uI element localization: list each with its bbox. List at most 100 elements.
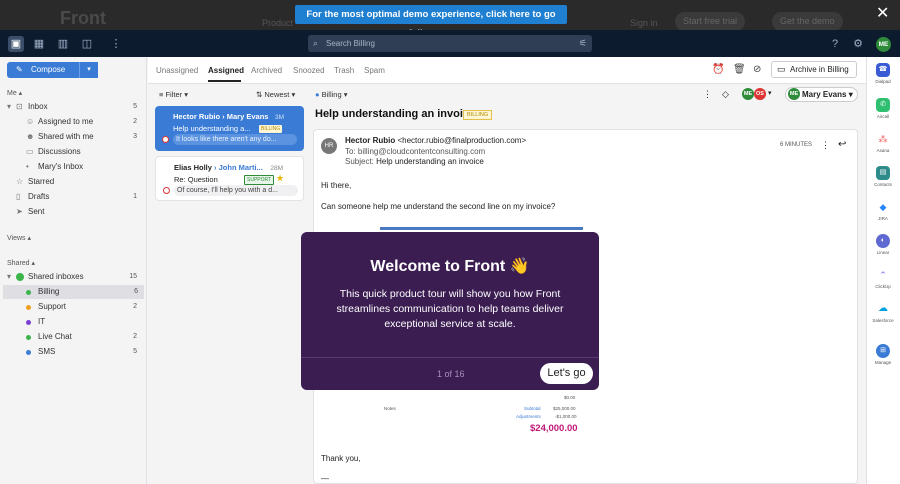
shared-section-header[interactable]: Shared ▴ [7, 259, 35, 267]
sidebar-item-label: IT [38, 317, 46, 326]
participant-avatar[interactable]: ME [742, 88, 754, 100]
more-icon[interactable]: ⋮ [821, 140, 830, 151]
dialpad-icon: ☎ [876, 63, 890, 77]
sidebar-item-starred[interactable]: ☆ Starred [0, 175, 146, 189]
rail-salesforce[interactable]: ☁ Salesforce [866, 302, 900, 323]
filter-button[interactable]: ≡ Filter ▾ [159, 90, 188, 99]
app-header: ▣ ▦ ▥ ◫ ⋮ ⌕ Search Billing ⚟ ? ⚙ ME [0, 30, 900, 57]
inbox-icon[interactable]: ▣ [8, 36, 24, 52]
search-icon: ⌕ [313, 38, 319, 48]
lets-go-button[interactable]: Let's go [540, 363, 593, 384]
inbox-color-dot [26, 335, 31, 340]
views-section-header[interactable]: Views ▴ [7, 234, 31, 242]
assignee-dropdown[interactable]: ME Mary Evans ▾ [785, 87, 858, 102]
rail-linear[interactable]: ◐ Linear [866, 234, 900, 255]
sidebar-item-sent[interactable]: ➤ Sent [0, 205, 146, 219]
fullscreen-banner[interactable]: For the most optimal demo experience, cl… [295, 5, 567, 39]
inbox-filter-dropdown[interactable]: ● Billing ▾ [315, 90, 348, 99]
list-item[interactable]: Elias Holly › John Marti... 28M Re: Ques… [155, 156, 304, 201]
to-line: To: billing@cloudcontentconsulting.com [345, 147, 486, 156]
invoice-notes-label: Notes [384, 406, 396, 411]
grid-icon: ⊞ [876, 344, 890, 358]
me-section-header[interactable]: Me ▴ [7, 89, 22, 97]
inbox-color-dot [26, 320, 31, 325]
chevron-down-icon[interactable]: ▾ [7, 270, 11, 284]
avatar[interactable]: ME [876, 37, 891, 52]
rail-jira[interactable]: ◆ JIRA [866, 200, 900, 221]
rail-label: Contacts [874, 182, 892, 187]
tab-snoozed[interactable]: Snoozed [293, 66, 325, 75]
message-time: 6 MINUTES [780, 142, 813, 148]
tab-trash[interactable]: Trash [334, 66, 354, 75]
close-icon[interactable]: ✕ [876, 6, 889, 22]
gear-icon[interactable]: ⚙ [850, 36, 866, 52]
sidebar-item-inbox[interactable]: ▾ ⊡ Inbox 5 [0, 100, 146, 114]
sidebar-item-shared-inboxes[interactable]: ▾ Shared inboxes 15 [0, 270, 146, 284]
inbox-color-dot [26, 305, 31, 310]
sidebar-item-live-chat[interactable]: Live Chat 2 [0, 330, 146, 344]
inbox-color-dot [26, 290, 31, 295]
rail-label: JIRA [878, 216, 888, 221]
sidebar-item-label: Inbox [28, 102, 48, 111]
sidebar-item-discussions[interactable]: ▭ Discussions [0, 145, 146, 159]
participant-avatar[interactable]: OS [754, 88, 766, 100]
sidebar-item-support[interactable]: Support 2 [0, 300, 146, 314]
spam-icon[interactable]: ⊘ [753, 64, 761, 75]
welcome-modal: Welcome to Front 👋 This quick product to… [301, 232, 599, 390]
tab-archived[interactable]: Archived [251, 66, 282, 75]
sort-dropdown[interactable]: ⇅ Newest ▾ [256, 90, 295, 99]
sidebar-item-marys-inbox[interactable]: • Mary's Inbox [0, 160, 146, 174]
unread-icon [162, 136, 169, 143]
pen-icon: ✎ [16, 65, 23, 74]
sidebar-item-billing[interactable]: Billing 6 [3, 285, 144, 299]
tab-spam[interactable]: Spam [364, 66, 385, 75]
rail-clickup[interactable]: ⌃ ClickUp [866, 268, 900, 289]
tag-icon[interactable]: ◇ [722, 89, 729, 100]
list-filters: ≡ Filter ▾ ⇅ Newest ▾ [148, 88, 308, 102]
chevron-down-icon[interactable]: ▾ [768, 89, 772, 97]
list-item[interactable]: Hector Rubio › Mary Evans 3M Help unders… [155, 106, 304, 151]
more-icon[interactable]: ⋮ [703, 89, 712, 100]
star-icon[interactable]: ★ [276, 173, 284, 184]
trash-icon[interactable]: 🗑 [733, 64, 746, 75]
sidebar-item-drafts[interactable]: ▯ Drafts 1 [0, 190, 146, 204]
sidebar-item-shared-with-me[interactable]: ☻ Shared with me 3 [0, 130, 146, 144]
book-icon[interactable]: ◫ [79, 36, 95, 52]
chevron-down-icon[interactable]: ▾ [7, 100, 11, 114]
rail-dialpad[interactable]: ☎ Dialpad [866, 63, 900, 84]
list-item-subject: Re: Question [174, 175, 218, 184]
reply-icon[interactable]: ↩ [838, 139, 846, 150]
rail-label: Dialpad [875, 79, 891, 84]
sidebar-item-sms[interactable]: SMS 5 [0, 345, 146, 359]
list-item-subject: Help understanding a... [173, 124, 251, 133]
tab-assigned[interactable]: Assigned [208, 66, 244, 75]
inbox-icon: ⊡ [16, 102, 23, 111]
rail-manage[interactable]: ⊞ Manage [866, 344, 900, 365]
sidebar-item-count: 15 [129, 273, 137, 280]
analytics-icon[interactable]: ▥ [55, 36, 71, 52]
salesforce-icon: ☁ [876, 302, 890, 316]
list-item-snippet: Of course, I'll help you with a d... [174, 185, 298, 196]
sidebar-item-label: Mary's Inbox [38, 162, 84, 171]
compose-options-button[interactable]: ▾ [79, 62, 98, 78]
calendar-icon[interactable]: ▦ [31, 36, 47, 52]
tab-unassigned[interactable]: Unassigned [156, 66, 198, 75]
help-icon[interactable]: ? [827, 36, 843, 52]
rail-label: ClickUp [875, 284, 891, 289]
shared-inboxes-icon [16, 273, 24, 281]
rail-asana[interactable]: ⁂ Asana [866, 132, 900, 153]
sidebar-item-it[interactable]: IT [0, 315, 146, 329]
rail-contacts[interactable]: ▤ Contacts [866, 166, 900, 187]
filter-icon[interactable]: ⚟ [579, 35, 587, 52]
conversation-title: Help understanding an invoice [315, 108, 476, 120]
more-icon[interactable]: ⋮ [108, 36, 124, 52]
clickup-icon: ⌃ [876, 268, 890, 282]
start-trial-button: Start free trial [675, 12, 746, 31]
sidebar-item-count: 6 [134, 288, 138, 295]
snooze-icon[interactable]: ⏰ [712, 64, 724, 75]
rail-aircall[interactable]: ✆ Aircall [866, 98, 900, 119]
archive-button[interactable]: ▭ Archive in Billing [771, 61, 857, 78]
list-item-participants: Elias Holly › John Marti... [174, 163, 263, 172]
sidebar-item-assigned-to-me[interactable]: ☺ Assigned to me 2 [0, 115, 146, 129]
search-input[interactable]: ⌕ Search Billing ⚟ [308, 35, 592, 52]
